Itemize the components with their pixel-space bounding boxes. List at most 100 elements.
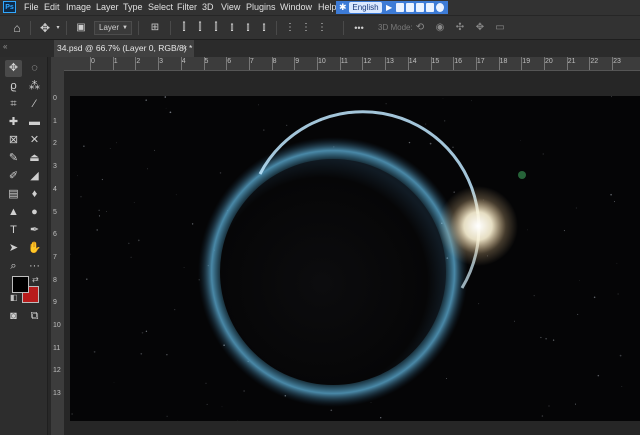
align-center-icon[interactable]: ⫿ — [193, 16, 207, 40]
ruler-tick-label: 21 — [567, 58, 576, 65]
align-right-icon[interactable]: ⫿ — [209, 16, 223, 40]
mic-icon[interactable] — [416, 3, 424, 12]
quick-mask-icon[interactable]: ◙ — [5, 308, 22, 325]
align-top-icon[interactable]: ⫾ — [225, 16, 239, 40]
transform-controls-icon[interactable]: ⊞ — [146, 16, 164, 40]
play-icon[interactable]: ▶ — [386, 3, 394, 12]
power-icon[interactable] — [436, 3, 444, 12]
default-colors-icon[interactable]: ◧ — [10, 293, 18, 302]
3d-scale-icon[interactable]: ▭ — [492, 16, 508, 40]
photoshop-logo-icon[interactable]: Ps — [3, 1, 16, 13]
star — [166, 415, 168, 417]
star — [191, 223, 194, 225]
eraser-tool-icon[interactable]: ◢ — [26, 168, 43, 185]
history-brush-tool-icon[interactable]: ✐ — [5, 168, 22, 185]
magic-wand-tool-icon[interactable]: ⁂ — [26, 78, 43, 95]
ime-logo-icon[interactable]: ✱ — [339, 2, 347, 13]
menu-image[interactable]: Image — [66, 0, 91, 15]
more-tools-icon[interactable]: ··· — [26, 258, 43, 275]
align-middle-icon[interactable]: ⫾ — [241, 16, 255, 40]
ruler-tick-label: 7 — [249, 58, 254, 65]
distribute-right-icon[interactable]: ⋮ — [315, 16, 329, 40]
ruler-tick-label: 14 — [408, 58, 417, 65]
star — [130, 256, 132, 258]
menu-filter[interactable]: Filter — [177, 0, 197, 15]
gradient-tool-icon[interactable]: ▤ — [5, 186, 22, 203]
ruler-origin[interactable] — [51, 57, 64, 70]
tools-panel: ✥ ◌ ϱ ⁂ ⌗ ⁄ ✚ ▬ ⊠ ✕ ✎ ⏏ ✐ ◢ ▤ ♦ ▲ ● T ✒ … — [0, 57, 48, 435]
move-tool-icon[interactable]: ✥ — [5, 60, 22, 77]
star — [77, 175, 79, 177]
settings-icon[interactable] — [426, 3, 434, 12]
swap-colors-icon[interactable]: ⇄ — [32, 275, 39, 284]
keyboard-icon[interactable] — [396, 3, 404, 12]
stamp-tool-icon[interactable]: ⏏ — [26, 150, 43, 167]
lasso-tool-icon[interactable]: ϱ — [5, 78, 22, 95]
crop-tool-icon[interactable]: ⌗ — [5, 96, 22, 113]
sharpen-tool-icon[interactable]: ▲ — [5, 204, 22, 221]
menu-select[interactable]: Select — [148, 0, 173, 15]
content-aware-move-icon[interactable]: ✕ — [26, 132, 43, 149]
frame-tool-icon[interactable]: ⊠ — [5, 132, 22, 149]
align-left-icon[interactable]: ⫿ — [177, 16, 191, 40]
close-tab-icon[interactable]: × — [182, 40, 187, 57]
star — [520, 140, 521, 141]
eyedropper-tool-icon[interactable]: ⁄ — [26, 96, 43, 113]
auto-select-checkbox[interactable]: ▣ — [72, 16, 90, 40]
clipboard-icon[interactable] — [406, 3, 414, 12]
distribute-left-icon[interactable]: ⋮ — [283, 16, 297, 40]
star — [597, 374, 600, 377]
menu-window[interactable]: Window — [280, 0, 312, 15]
auto-select-dropdown[interactable]: Layer ▼ — [94, 21, 132, 35]
menu-3d[interactable]: 3D — [202, 0, 214, 15]
star — [552, 339, 555, 341]
path-selection-tool-icon[interactable]: ➤ — [5, 240, 22, 257]
menu-layer[interactable]: Layer — [96, 0, 119, 15]
zoom-tool-icon[interactable]: ⌕ — [5, 258, 22, 275]
pen-tool-icon[interactable]: ✒ — [26, 222, 43, 239]
blur-tool-icon[interactable]: ♦ — [26, 186, 43, 203]
document-canvas[interactable] — [70, 96, 640, 421]
star — [380, 417, 382, 419]
menu-edit[interactable]: Edit — [44, 0, 60, 15]
3d-roll-icon[interactable]: ◉ — [432, 16, 448, 40]
move-tool-icon[interactable]: ✥ — [36, 16, 54, 40]
marquee-tool-icon[interactable]: ◌ — [26, 60, 43, 77]
ruler-tick — [612, 57, 614, 70]
vertical-ruler[interactable]: 0 1 2 3 4 5 6 7 8 9 10 11 12 13 — [51, 70, 65, 435]
menu-type[interactable]: Type — [123, 0, 143, 15]
home-icon[interactable]: ⌂ — [8, 16, 26, 40]
ime-language-button[interactable]: English — [349, 2, 382, 13]
text-tool-icon[interactable]: T — [5, 222, 22, 239]
align-bottom-icon[interactable]: ⫾ — [257, 16, 271, 40]
dodge-tool-icon[interactable]: ● — [26, 204, 43, 221]
horizontal-ruler[interactable]: 0 1 2 3 4 5 6 7 8 9 10 11 12 13 14 15 16 17 18 19 20 21 22 23 — [64, 57, 640, 71]
menu-view[interactable]: View — [221, 0, 240, 15]
3d-slide-icon[interactable]: ✥ — [472, 16, 488, 40]
ruler-tool-icon[interactable]: ▬ — [26, 114, 43, 131]
tool-preset-caret-icon[interactable]: ▾ — [54, 16, 62, 40]
distribute-center-icon[interactable]: ⋮ — [299, 16, 313, 40]
star — [563, 230, 565, 232]
more-options-button[interactable]: ••• — [350, 16, 368, 40]
star — [429, 142, 432, 145]
menu-file[interactable]: File — [24, 0, 39, 15]
menu-help[interactable]: Help — [318, 0, 337, 15]
menu-plugins[interactable]: Plugins — [246, 0, 276, 15]
foreground-color-swatch[interactable] — [12, 276, 29, 293]
3d-orbit-icon[interactable]: ⟲ — [412, 16, 428, 40]
hand-tool-icon[interactable]: ✋ — [26, 240, 43, 257]
star — [579, 280, 581, 282]
ruler-tick-label: 6 — [53, 231, 57, 239]
document-tab[interactable]: 34.psd @ 66.7% (Layer 0, RGB/8) * × — [54, 40, 194, 57]
star — [175, 194, 177, 196]
star — [164, 96, 167, 98]
collapse-toolbar-button[interactable]: « — [3, 42, 7, 51]
star — [263, 129, 265, 131]
screen-mode-icon[interactable]: ⧉ — [26, 308, 43, 325]
3d-pan-icon[interactable]: ✣ — [452, 16, 468, 40]
brush-tool-icon[interactable]: ✎ — [5, 150, 22, 167]
auto-select-dropdown-label: Layer — [99, 23, 120, 32]
star — [514, 320, 516, 322]
healing-tool-icon[interactable]: ✚ — [5, 114, 22, 131]
